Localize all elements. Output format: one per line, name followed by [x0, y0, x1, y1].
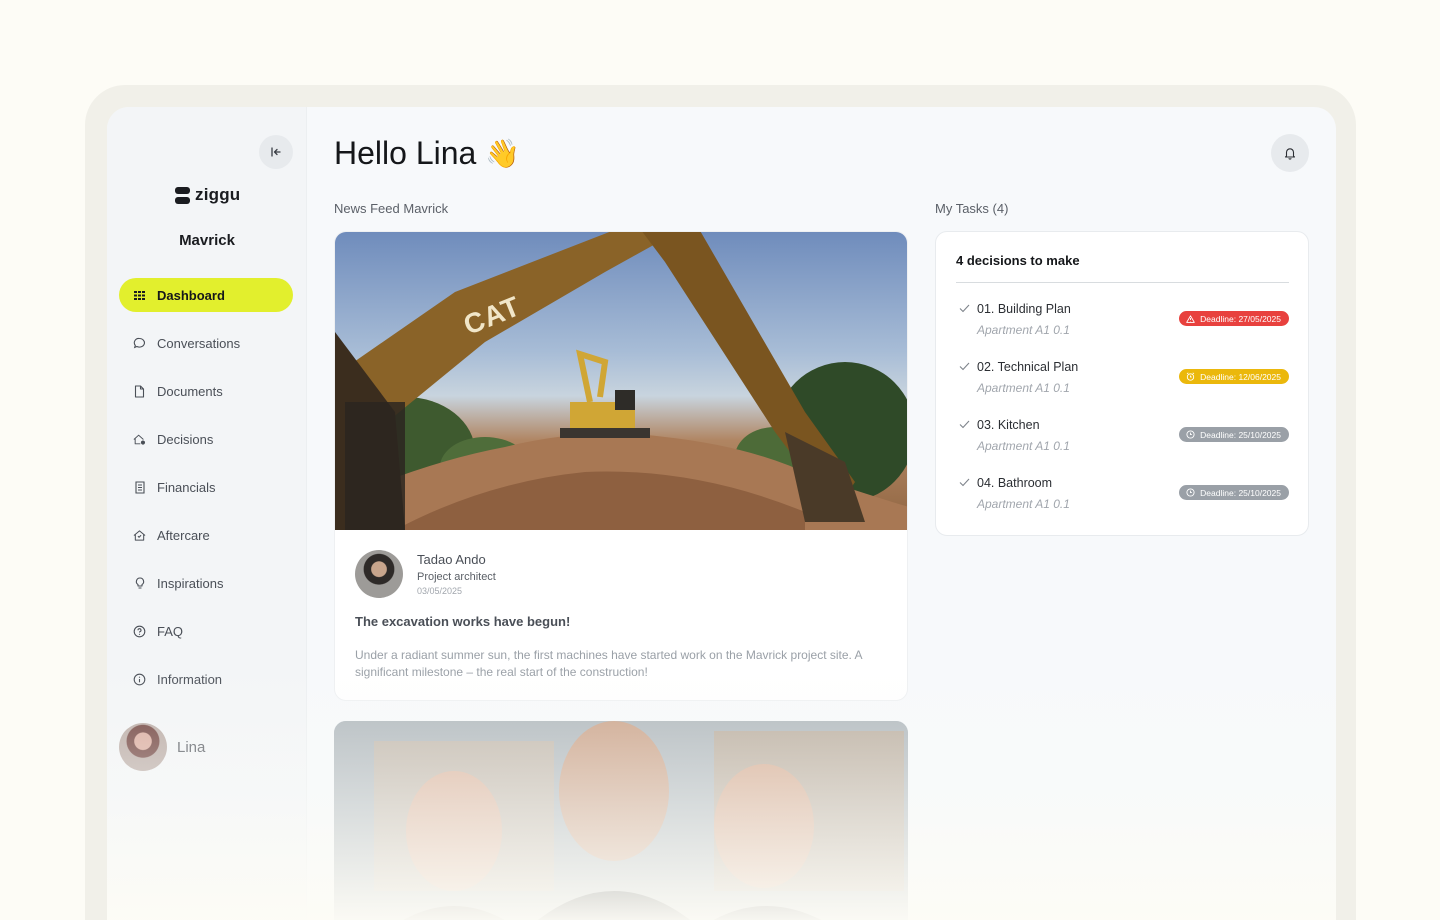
deadline-badge: Deadline: 25/10/2025	[1179, 427, 1289, 442]
app-window: ziggu Mavrick Dashboard Conversations Do…	[107, 107, 1336, 920]
task-name: 01. Building Plan	[977, 302, 1071, 316]
task-item[interactable]: 02. Technical Plan Apartment A1 0.1 Dead…	[956, 360, 1289, 410]
post-author: Tadao Ando Project architect 03/05/2025	[355, 550, 887, 598]
notifications-button[interactable]	[1271, 134, 1309, 172]
sidebar-item-label: Inspirations	[157, 575, 224, 591]
logo: ziggu	[175, 185, 240, 205]
sidebar-item-label: Information	[157, 671, 223, 687]
sidebar-item-dashboard[interactable]: Dashboard	[119, 278, 293, 312]
task-item[interactable]: 03. Kitchen Apartment A1 0.1 Deadline: 2…	[956, 418, 1289, 468]
tasks-card-title: 4 decisions to make	[956, 253, 1080, 268]
receipt-icon	[133, 480, 146, 494]
post-title: The excavation works have begun!	[355, 614, 571, 629]
clock-icon	[1186, 430, 1195, 439]
sidebar-item-label: Documents	[157, 383, 223, 399]
my-tasks-label: My Tasks (4)	[935, 201, 1009, 216]
deadline-text: Deadline: 25/10/2025	[1200, 429, 1281, 440]
page-header: Hello Lina 👋	[334, 135, 520, 172]
check-icon	[959, 478, 970, 487]
home-decision-icon	[133, 433, 146, 446]
grid-icon	[133, 289, 146, 302]
deadline-badge: Deadline: 25/10/2025	[1179, 485, 1289, 500]
info-circle-icon	[133, 673, 146, 686]
news-feed-label: News Feed Mavrick	[334, 201, 449, 216]
deadline-badge: Deadline: 27/05/2025	[1179, 311, 1289, 326]
tasks-card: 4 decisions to make 01. Building Plan Ap…	[935, 231, 1309, 536]
sidebar-item-decisions[interactable]: Decisions	[119, 422, 293, 456]
logo-text: ziggu	[195, 185, 241, 204]
divider	[956, 282, 1289, 283]
sidebar-item-faq[interactable]: FAQ	[119, 614, 293, 648]
question-circle-icon	[133, 625, 146, 638]
post-image: CAT	[335, 232, 907, 530]
sidebar-item-label: FAQ	[157, 623, 184, 639]
sidebar-item-inspirations[interactable]: Inspirations	[119, 566, 293, 600]
sidebar-item-information[interactable]: Information	[119, 662, 293, 696]
author-avatar	[355, 550, 403, 598]
sidebar-item-label: Financials	[157, 479, 216, 495]
news-post[interactable]: CAT Tadao Ando Project architect 03/05/2…	[334, 231, 908, 701]
task-name: 04. Bathroom	[977, 476, 1053, 490]
sidebar-nav: Dashboard Conversations Documents Decisi…	[119, 278, 293, 710]
document-icon	[133, 384, 146, 398]
sidebar-item-financials[interactable]: Financials	[119, 470, 293, 504]
sidebar-item-label: Dashboard	[157, 287, 225, 303]
task-name: 03. Kitchen	[977, 418, 1040, 432]
task-subtitle: Apartment A1 0.1	[977, 497, 1070, 511]
deadline-text: Deadline: 25/10/2025	[1200, 487, 1281, 498]
waving-hand-icon: 👋	[485, 138, 521, 169]
warning-triangle-icon	[1186, 314, 1195, 323]
sidebar: ziggu Mavrick Dashboard Conversations Do…	[107, 107, 307, 920]
excavator-illustration	[335, 232, 907, 530]
lightbulb-icon	[133, 576, 146, 590]
task-subtitle: Apartment A1 0.1	[977, 323, 1070, 337]
alarm-clock-icon	[1186, 372, 1195, 381]
sidebar-item-conversations[interactable]: Conversations	[119, 326, 293, 360]
check-icon	[959, 420, 970, 429]
task-item[interactable]: 04. Bathroom Apartment A1 0.1 Deadline: …	[956, 476, 1289, 526]
avatar	[119, 723, 167, 771]
user-name: Lina	[177, 738, 206, 756]
page-title: Hello Lina	[334, 135, 477, 171]
author-name: Tadao Ando	[417, 552, 486, 567]
post-date: 03/05/2025	[417, 586, 463, 596]
sidebar-item-label: Conversations	[157, 335, 241, 351]
task-subtitle: Apartment A1 0.1	[977, 439, 1070, 453]
deadline-text: Deadline: 27/05/2025	[1200, 313, 1281, 324]
sidebar-item-documents[interactable]: Documents	[119, 374, 293, 408]
deadline-text: Deadline: 12/06/2025	[1200, 371, 1281, 382]
team-photo-illustration	[334, 721, 908, 920]
task-item[interactable]: 01. Building Plan Apartment A1 0.1 Deadl…	[956, 302, 1289, 352]
task-name: 02. Technical Plan	[977, 360, 1079, 374]
check-icon	[959, 362, 970, 371]
check-icon	[959, 304, 970, 313]
news-post-2[interactable]	[334, 721, 908, 920]
project-name: Mavrick	[179, 232, 235, 249]
collapse-left-icon	[271, 147, 281, 157]
post-text: Under a radiant summer sun, the first ma…	[355, 648, 862, 679]
sidebar-item-label: Aftercare	[157, 527, 210, 543]
post-body: Tadao Ando Project architect 03/05/2025 …	[335, 530, 907, 681]
task-subtitle: Apartment A1 0.1	[977, 381, 1070, 395]
deadline-badge: Deadline: 12/06/2025	[1179, 369, 1289, 384]
home-shield-icon	[133, 529, 146, 542]
chat-bubble-icon	[133, 337, 146, 350]
sidebar-item-label: Decisions	[157, 431, 214, 447]
clock-icon	[1186, 488, 1195, 497]
ziggu-logo-icon	[175, 186, 190, 204]
sidebar-item-aftercare[interactable]: Aftercare	[119, 518, 293, 552]
author-role: Project architect	[417, 571, 496, 583]
user-profile[interactable]: Lina	[119, 723, 205, 771]
bell-icon	[1284, 148, 1296, 160]
collapse-sidebar-button[interactable]	[259, 135, 293, 169]
